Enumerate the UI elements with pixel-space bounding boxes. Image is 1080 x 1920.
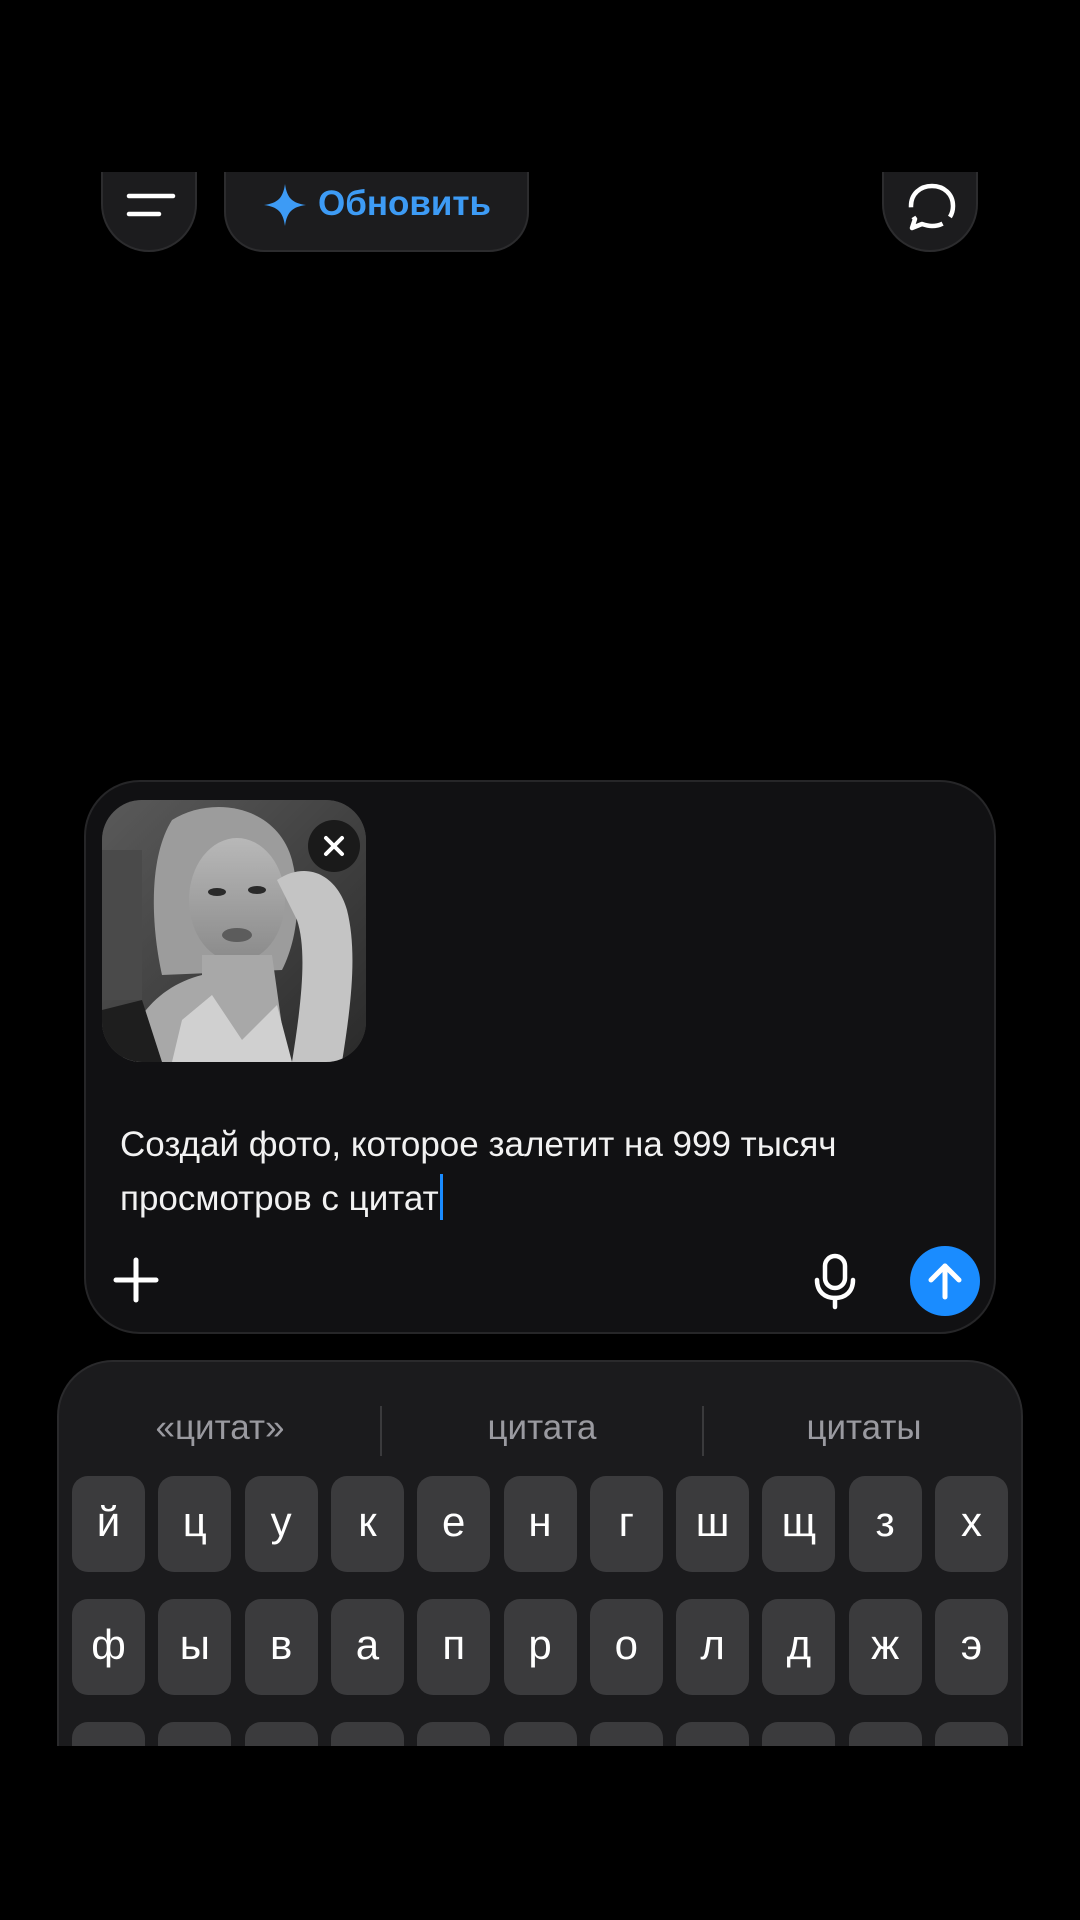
- key-д[interactable]: д: [762, 1599, 836, 1695]
- suggestion-item[interactable]: цитата: [381, 1400, 703, 1456]
- new-chat-button[interactable]: [882, 172, 978, 252]
- key-partial[interactable]: [503, 1722, 577, 1746]
- key-partial[interactable]: [244, 1722, 318, 1746]
- close-icon: [324, 836, 344, 856]
- send-button[interactable]: [910, 1246, 980, 1316]
- key-partial[interactable]: [330, 1722, 404, 1746]
- key-partial[interactable]: [158, 1722, 232, 1746]
- key-ш[interactable]: ш: [676, 1476, 750, 1572]
- voice-input-button[interactable]: [806, 1252, 864, 1310]
- menu-icon: [126, 193, 176, 217]
- key-ц[interactable]: ц: [158, 1476, 232, 1572]
- key-й[interactable]: й: [72, 1476, 145, 1572]
- microphone-icon: [814, 1253, 856, 1310]
- top-bar: Обновить: [0, 172, 1080, 252]
- key-г[interactable]: г: [589, 1476, 663, 1572]
- key-partial[interactable]: [417, 1722, 491, 1746]
- prompt-line-2: просмотров с цитат: [120, 1179, 439, 1218]
- text-caret: [439, 1174, 443, 1220]
- keyboard: «цитат» цитата цитаты йцукенгшщзх фывапро…: [57, 1360, 1023, 1746]
- key-а[interactable]: а: [330, 1599, 404, 1695]
- key-partial[interactable]: [762, 1722, 836, 1746]
- key-о[interactable]: о: [589, 1599, 663, 1695]
- key-ы[interactable]: ы: [158, 1599, 232, 1695]
- key-х[interactable]: х: [935, 1476, 1008, 1572]
- prompt-line-2-wrap: просмотров с цитат: [120, 1172, 960, 1226]
- key-partial[interactable]: [589, 1722, 663, 1746]
- key-partial[interactable]: [935, 1722, 1008, 1746]
- key-э[interactable]: э: [935, 1599, 1008, 1695]
- key-л[interactable]: л: [676, 1599, 750, 1695]
- key-з[interactable]: з: [848, 1476, 922, 1572]
- key-щ[interactable]: щ: [762, 1476, 836, 1572]
- plus-icon: [113, 1257, 159, 1303]
- upgrade-label: Обновить: [318, 184, 492, 223]
- key-ф[interactable]: ф: [72, 1599, 145, 1695]
- arrow-up-icon: [928, 1263, 962, 1300]
- key-р[interactable]: р: [503, 1599, 577, 1695]
- attached-photo[interactable]: [102, 800, 366, 1062]
- suggestion-bar: «цитат» цитата цитаты: [59, 1400, 1021, 1456]
- key-ж[interactable]: ж: [848, 1599, 922, 1695]
- suggestion-item[interactable]: «цитат»: [59, 1400, 381, 1456]
- prompt-input[interactable]: Создай фото, которое залетит на 999 тыся…: [120, 1118, 960, 1226]
- menu-button[interactable]: [101, 172, 197, 252]
- key-п[interactable]: п: [417, 1599, 491, 1695]
- key-в[interactable]: в: [244, 1599, 318, 1695]
- upgrade-button[interactable]: Обновить: [224, 172, 529, 252]
- chat-bubble-icon: [908, 183, 956, 231]
- key-к[interactable]: к: [330, 1476, 404, 1572]
- prompt-line-1: Создай фото, которое залетит на 999 тыся…: [120, 1125, 837, 1164]
- key-е[interactable]: е: [417, 1476, 491, 1572]
- suggestion-item[interactable]: цитаты: [703, 1400, 1021, 1456]
- add-attachment-button[interactable]: [106, 1250, 166, 1310]
- key-partial[interactable]: [676, 1722, 750, 1746]
- key-partial[interactable]: [848, 1722, 922, 1746]
- key-у[interactable]: у: [244, 1476, 318, 1572]
- message-composer: Создай фото, которое залетит на 999 тыся…: [84, 780, 996, 1334]
- sparkle-icon: [264, 184, 306, 226]
- remove-attachment-button[interactable]: [308, 820, 360, 872]
- key-partial[interactable]: [72, 1722, 145, 1746]
- key-н[interactable]: н: [503, 1476, 577, 1572]
- app-screen: Обновить Создай фото, которое залетит на…: [0, 0, 1080, 1920]
